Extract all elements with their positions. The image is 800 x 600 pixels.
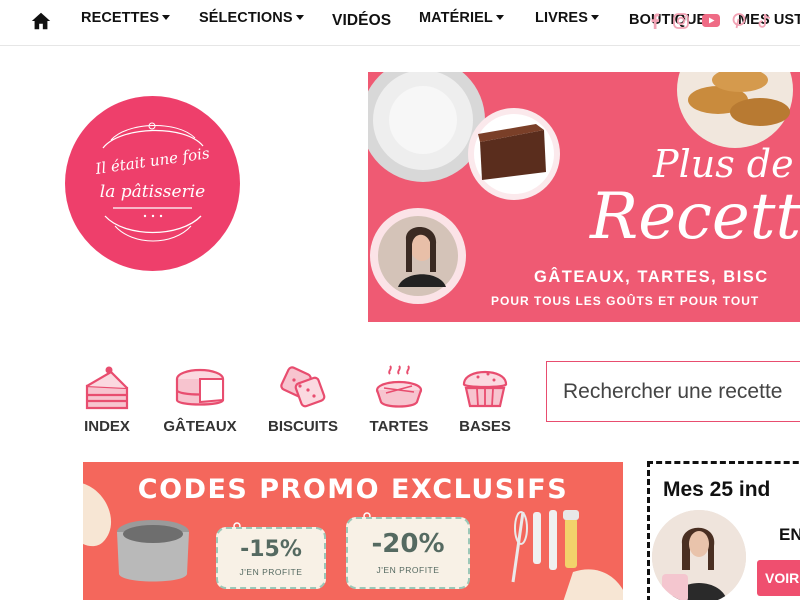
- coupon-label: J'EN PROFITE: [376, 565, 440, 575]
- instagram-icon[interactable]: [673, 13, 689, 29]
- top-25-card[interactable]: Mes 25 ind EN VOIR: [647, 461, 800, 600]
- nav-item-recettes[interactable]: RECETTES: [81, 10, 171, 26]
- category-label: TARTES: [369, 418, 429, 435]
- chef-photo: [652, 510, 746, 600]
- category-label: BISCUITS: [267, 418, 338, 435]
- search-input[interactable]: [547, 362, 800, 421]
- hero-banner[interactable]: Plus de Recett GÂTEAUX, TARTES, BISC POU…: [368, 72, 800, 322]
- biscuits-icon: [280, 366, 326, 408]
- top-25-partial-text: EN: [779, 525, 800, 544]
- top-25-title: Mes 25 ind: [663, 478, 771, 501]
- chef-portrait-image: [652, 510, 746, 600]
- nav-item-boutique[interactable]: BOUTIQUE: [629, 12, 706, 28]
- nav-item-livres[interactable]: LIVRES: [535, 10, 599, 26]
- tiktok-icon[interactable]: [758, 13, 772, 29]
- caret-down-icon: [495, 14, 504, 20]
- category-index[interactable]: INDEX: [67, 364, 147, 435]
- banner-title-line2: Recett: [590, 180, 800, 254]
- caret-down-icon: [295, 14, 304, 20]
- search-box[interactable]: [546, 361, 800, 422]
- promo-title: CODES PROMO EXCLUSIFS: [137, 474, 569, 505]
- nav-item-materiel[interactable]: MATÉRIEL: [419, 10, 504, 26]
- category-label: BASES: [459, 418, 511, 435]
- caret-down-icon: [162, 14, 171, 20]
- voir-button[interactable]: VOIR: [757, 560, 800, 596]
- muffin-icon: [462, 371, 508, 408]
- coupon-value: -20%: [371, 529, 445, 559]
- category-label: INDEX: [84, 418, 130, 435]
- nav-item-selections[interactable]: SÉLECTIONS: [199, 10, 304, 26]
- site-logo[interactable]: Il était une fois la pâtisserie: [65, 96, 240, 271]
- coupon-label: J'EN PROFITE: [239, 567, 303, 577]
- home-icon[interactable]: [30, 10, 52, 32]
- pinterest-icon[interactable]: [732, 13, 746, 29]
- promo-banner[interactable]: CODES PROMO EXCLUSIFS -15% J'EN PROFITE …: [83, 462, 623, 600]
- caret-down-icon: [590, 14, 599, 20]
- nav-item-videos[interactable]: VIDÉOS: [332, 12, 391, 30]
- banner-tagline: POUR TOUS LES GOÛTS ET POUR TOUT: [491, 294, 760, 308]
- coupon-value: -15%: [240, 537, 302, 562]
- coupon-20[interactable]: -20% J'EN PROFITE: [346, 517, 470, 589]
- pie-icon: [375, 365, 423, 408]
- facebook-icon[interactable]: [650, 13, 660, 29]
- top-navigation: RECETTES SÉLECTIONS VIDÉOS MATÉRIEL LIVR…: [0, 0, 800, 46]
- category-label: GÂTEAUX: [163, 418, 237, 435]
- category-biscuits[interactable]: BISCUITS: [263, 364, 343, 435]
- cake-slice-icon: [85, 366, 129, 410]
- category-tartes[interactable]: TARTES: [359, 364, 439, 435]
- category-gateaux[interactable]: GÂTEAUX: [160, 364, 240, 435]
- youtube-icon[interactable]: [702, 14, 720, 27]
- category-bases[interactable]: BASES: [445, 364, 525, 435]
- coupon-15[interactable]: -15% J'EN PROFITE: [216, 527, 326, 589]
- banner-subtitle: GÂTEAUX, TARTES, BISC: [534, 268, 769, 286]
- round-cake-icon: [175, 368, 225, 406]
- logo-text-line2: la pâtisserie: [99, 182, 206, 202]
